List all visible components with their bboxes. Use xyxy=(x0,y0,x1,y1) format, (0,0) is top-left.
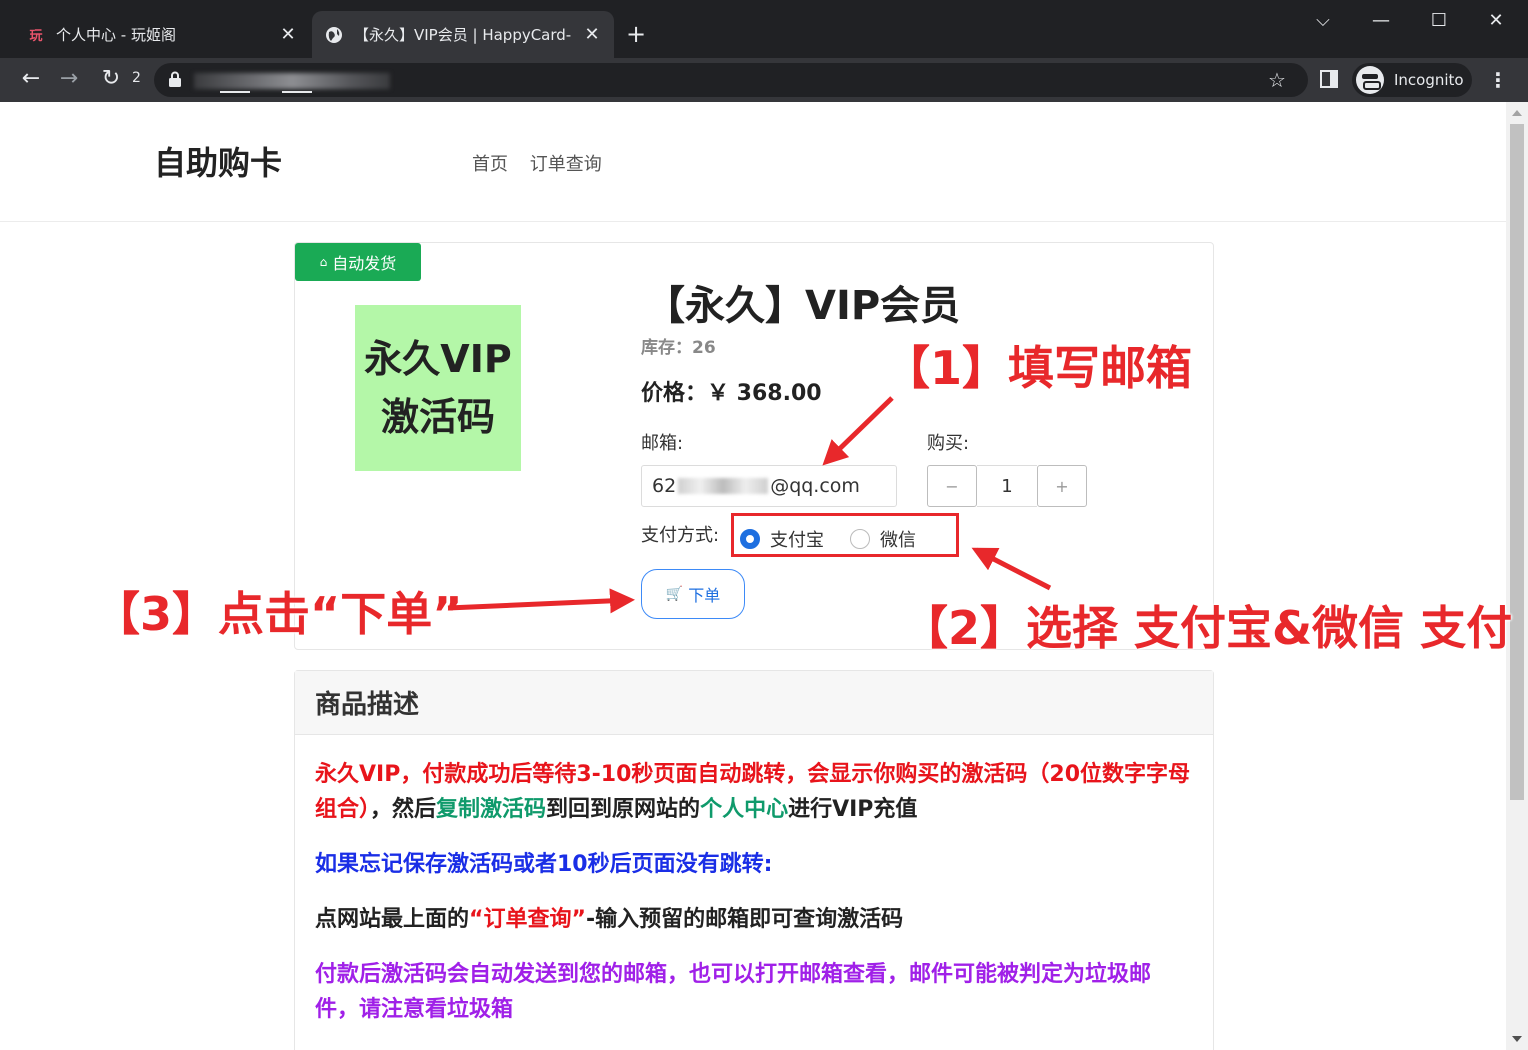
scroll-up-icon[interactable] xyxy=(1512,110,1522,116)
product-image: 永久VIP 激活码 xyxy=(355,305,521,471)
email-redacted xyxy=(678,478,769,494)
forward-arrow-icon[interactable]: → xyxy=(54,66,84,92)
description-text: 复制激活码 xyxy=(436,797,547,822)
scroll-down-icon[interactable] xyxy=(1512,1036,1522,1042)
globe-icon xyxy=(324,25,344,45)
incognito-profile-button[interactable]: Incognito xyxy=(1352,63,1472,97)
payment-option-label: 支付宝 xyxy=(770,530,824,551)
stock-count: 库存：26 xyxy=(641,338,716,358)
page-scrollbar[interactable] xyxy=(1506,102,1528,1050)
product-image-line: 激活码 xyxy=(380,395,495,439)
tab-vip-member[interactable]: 【永久】VIP会员 | HappyCard- ✕ xyxy=(312,11,614,58)
tab-personal-center[interactable]: 玩 个人中心 - 玩姬阁 ✕ xyxy=(14,11,310,58)
new-tab-button[interactable]: + xyxy=(626,20,646,48)
description-paragraph: 如果忘记保存激活码或者10秒后页面没有跳转: xyxy=(315,852,773,877)
description-text: “订单查询” xyxy=(469,907,586,932)
product-price: 价格：￥ 368.00 xyxy=(641,381,822,406)
url-redacted-mark xyxy=(220,91,250,93)
place-order-label: 下单 xyxy=(688,586,721,605)
badge-label: 自动发货 xyxy=(332,254,397,273)
back-arrow-icon[interactable]: ← xyxy=(16,66,46,92)
quantity-stepper: − 1 + xyxy=(927,465,1087,507)
quantity-input[interactable]: 1 xyxy=(977,465,1037,507)
description-body: 永久VIP，付款成功后等待3-10秒页面自动跳转，会显示你购买的激活码（20位数… xyxy=(295,735,1213,1027)
side-panel-icon[interactable] xyxy=(1320,70,1338,88)
increase-quantity-button[interactable]: + xyxy=(1037,465,1087,507)
close-tab-icon[interactable]: ✕ xyxy=(278,24,298,45)
annotation-step-2: 【2】选择 支付宝&微信 支付 xyxy=(902,601,1513,655)
browser-tab-strip: 玩 个人中心 - 玩姬阁 ✕ 【永久】VIP会员 | HappyCard- ✕ … xyxy=(0,0,1528,58)
place-order-button[interactable]: 🛒 下单 xyxy=(641,569,745,619)
radio-selected-icon[interactable] xyxy=(740,529,760,549)
url-redacted-mark xyxy=(282,91,312,93)
email-field[interactable]: 62 @qq.com xyxy=(641,465,897,507)
description-text: 到回到原网站的 xyxy=(546,797,701,822)
description-paragraph: 付款后激活码会自动发送到您的邮箱，也可以打开邮箱查看，邮件可能被判定为垃圾邮件，… xyxy=(315,962,1152,1022)
product-image-line: 永久VIP xyxy=(364,337,512,381)
description-paragraph: 点网站最上面的“订单查询”-输入预留的邮箱即可查询激活码 xyxy=(315,902,1193,937)
description-text: 进行VIP充值 xyxy=(788,797,918,822)
description-text: ，然后 xyxy=(370,797,437,822)
description-text: 点网站最上面的 xyxy=(315,907,470,932)
payment-highlight-box: 支付宝 微信 xyxy=(731,513,959,557)
web-page: 自助购卡 首页 订单查询 ⌂ 自动发货 永久VIP 激活码 【永久】VIP会员 … xyxy=(0,102,1506,1050)
window-close-icon[interactable]: ✕ xyxy=(1481,10,1511,31)
robot-icon: ⌂ xyxy=(319,255,328,269)
description-heading: 商品描述 xyxy=(295,671,1213,735)
site-nav: 首页 订单查询 xyxy=(472,150,618,176)
incognito-label: Incognito xyxy=(1394,71,1464,89)
payment-option-alipay[interactable]: 支付宝 xyxy=(740,526,824,552)
site-header: 自助购卡 首页 订单查询 xyxy=(0,102,1506,222)
description-paragraph: 永久VIP，付款成功后等待3-10秒页面自动跳转，会显示你购买的激活码（20位数… xyxy=(315,757,1193,827)
email-domain: @qq.com xyxy=(770,475,860,497)
reload-icon[interactable]: ↻ xyxy=(96,66,126,92)
scrollbar-thumb[interactable] xyxy=(1510,124,1524,800)
url-redacted xyxy=(194,73,390,89)
close-tab-icon[interactable]: ✕ xyxy=(582,24,602,45)
decrease-quantity-button[interactable]: − xyxy=(927,465,977,507)
site-brand[interactable]: 自助购卡 xyxy=(154,138,282,184)
annotation-step-3: 【3】点击“下单” xyxy=(94,587,463,641)
nav-home-link[interactable]: 首页 xyxy=(472,154,508,175)
payment-option-label: 微信 xyxy=(880,530,916,551)
address-bar[interactable]: ☆ xyxy=(154,63,1308,97)
incognito-icon xyxy=(1356,66,1384,94)
reload-count: 2 xyxy=(132,70,141,86)
browser-toolbar: ← → ↻ 2 ☆ Incognito ⋮ xyxy=(0,58,1528,102)
product-description-panel: 商品描述 永久VIP，付款成功后等待3-10秒页面自动跳转，会显示你购买的激活码… xyxy=(294,670,1214,1050)
tab-title: 【永久】VIP会员 | HappyCard- xyxy=(354,26,572,44)
tab-title: 个人中心 - 玩姬阁 xyxy=(56,26,176,44)
lock-icon xyxy=(169,71,181,87)
minimize-icon[interactable]: — xyxy=(1366,10,1396,31)
product-title: 【永久】VIP会员 xyxy=(645,283,961,329)
quantity-label: 购买: xyxy=(927,433,970,454)
tab-search-chevron-icon[interactable]: ⌵ xyxy=(1308,10,1338,31)
nav-order-query-link[interactable]: 订单查询 xyxy=(530,154,602,175)
email-label: 邮箱: xyxy=(641,433,684,454)
cart-icon: 🛒 xyxy=(665,586,684,602)
maximize-icon[interactable]: ☐ xyxy=(1424,10,1454,31)
bookmark-star-icon[interactable]: ☆ xyxy=(1268,68,1286,92)
description-text: -输入预留的邮箱即可查询激活码 xyxy=(585,907,904,932)
annotation-step-1: 【1】填写邮箱 xyxy=(884,341,1193,395)
auto-delivery-badge: ⌂ 自动发货 xyxy=(295,243,421,281)
radio-unselected-icon[interactable] xyxy=(850,529,870,549)
email-prefix: 62 xyxy=(652,475,677,497)
payment-method-label: 支付方式: xyxy=(641,525,720,546)
site-favicon-icon: 玩 xyxy=(29,29,43,44)
payment-option-wechat[interactable]: 微信 xyxy=(850,526,916,552)
browser-menu-icon[interactable]: ⋮ xyxy=(1488,67,1508,93)
description-text: 个人中心 xyxy=(700,797,789,822)
